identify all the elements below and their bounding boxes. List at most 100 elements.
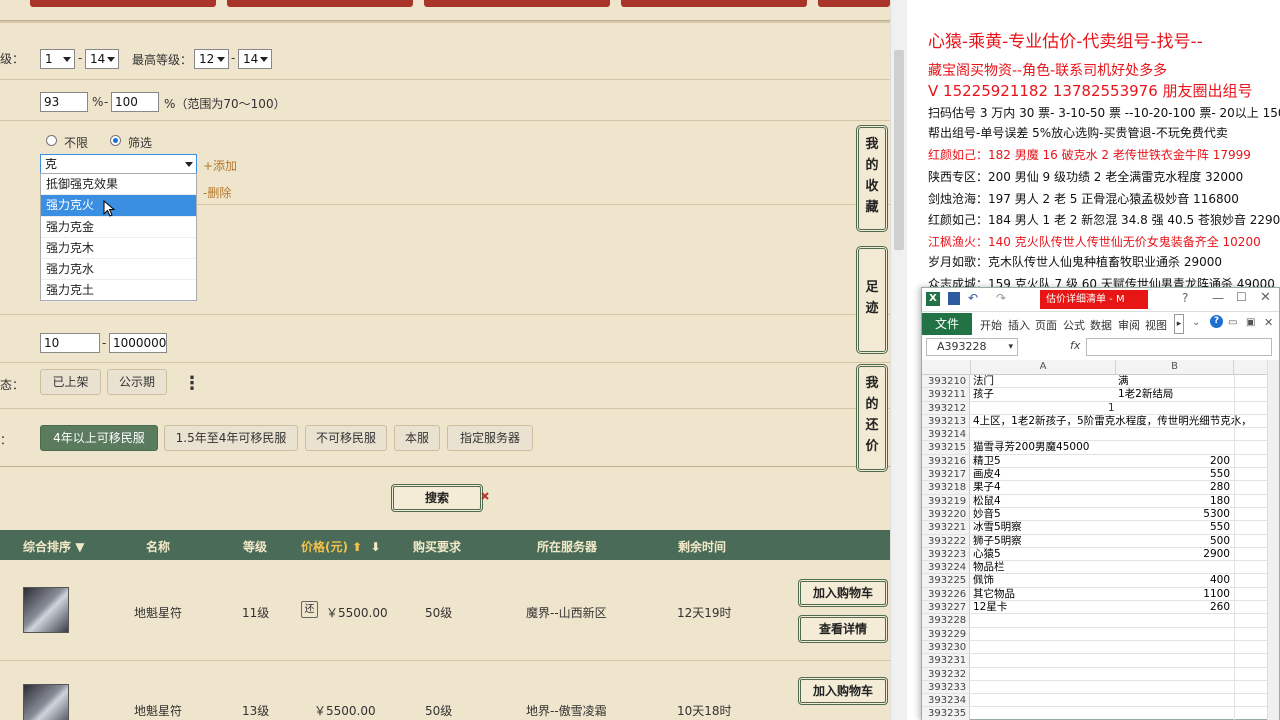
sheet-row[interactable]: 393232 [922,667,1279,681]
cell-b[interactable]: 550 [1116,468,1233,481]
sheet-row[interactable]: 393214 [922,428,1279,442]
tab-formulas[interactable]: 公式 [1063,317,1085,333]
save-icon[interactable] [948,292,960,305]
cell-a[interactable]: 果子4 [971,481,1116,494]
sheet-row[interactable]: 393234 [922,694,1279,708]
cell-a[interactable]: 心猿5 [971,548,1116,561]
column-header-c[interactable] [1234,360,1269,375]
top-tab[interactable] [30,0,216,7]
top-tab[interactable] [227,0,413,7]
more-icon[interactable]: ⋮ [183,373,201,394]
cell-b[interactable]: 180 [1116,495,1233,508]
sheet-row[interactable]: 393220 妙音5 5300 [922,507,1279,522]
help-icon[interactable]: ? [1182,291,1188,305]
min-level-to-select[interactable]: 14 [85,49,119,69]
row-number[interactable]: 393234 [922,694,970,707]
price-header[interactable]: 价格(元) ⬆ ⬇ [301,538,381,555]
item-name[interactable]: 地魁星符 [134,702,182,719]
item-avatar[interactable] [23,684,69,720]
cell-b[interactable]: 1100 [1116,588,1233,601]
sort-header[interactable]: 综合排序 ▼ [23,538,84,555]
dropdown-option[interactable]: 强力克金 [41,217,196,238]
cell-b[interactable]: 400 [1116,574,1233,587]
row-number[interactable]: 393222 [922,534,970,547]
sheet-row[interactable]: 393235 [922,707,1279,720]
row-number[interactable]: 393217 [922,468,970,481]
server-4yr-button[interactable]: 4年以上可移民服 [40,425,158,451]
row-number[interactable]: 393210 [922,375,970,388]
row-number[interactable]: 393228 [922,614,970,627]
cell-a[interactable]: 松鼠4 [971,495,1116,508]
dropdown-option[interactable]: 强力克水 [41,259,196,281]
top-tab[interactable] [424,0,610,7]
row-number[interactable]: 393233 [922,680,970,694]
sheet-scrollbar[interactable] [1267,360,1279,720]
ribbon-more-icon[interactable]: ▸ [1174,314,1184,334]
sheet-row[interactable]: 393231 [922,654,1279,668]
sheet-row[interactable]: 393233 [922,680,1279,695]
restore-icon[interactable]: ▣ [1246,317,1255,328]
server-specific-button[interactable]: 指定服务器 [447,425,533,451]
redo-icon[interactable]: ↷ [996,291,1006,305]
row-number[interactable]: 393232 [922,667,970,680]
price-from-input[interactable]: 10 [40,333,100,353]
search-button[interactable]: 搜索 [391,484,483,512]
sheet-row[interactable]: 393216 精卫5 200 [922,454,1279,469]
cell-b[interactable]: 550 [1116,521,1233,534]
server-this-button[interactable]: 本服 [394,425,440,451]
minimize-icon[interactable]: ▭ [1228,317,1237,328]
percent-to-input[interactable]: 100 [111,92,159,112]
name-box[interactable]: A393228 ▾ [926,338,1018,356]
sheet-row[interactable]: 393213 4上区，1老2新孩子，5阶雷克水程度，传世明光细节克水， [922,414,1279,429]
sheet-row[interactable]: 393226 其它物品 1100 [922,587,1279,602]
server-1-5yr-button[interactable]: 1.5年至4年可移民服 [164,425,298,451]
minimize-icon[interactable]: — [1212,291,1224,305]
sheet-grid[interactable]: 393210 法门满 393211 孩子 1老2新结局 393212 1 393213 4上区，… [922,375,1279,720]
sheet-row[interactable]: 393218 果子4 280 [922,481,1279,495]
sheet-row[interactable]: 393222 狮子5明察 500 [922,534,1279,548]
row-number[interactable]: 393215 [922,441,970,454]
cell-a[interactable]: 冰雪5明察 [971,521,1116,534]
cell-a[interactable]: 狮子5明察 [971,535,1116,548]
radio-filter[interactable] [110,135,121,146]
cell-a[interactable]: 画皮4 [971,468,1116,481]
sheet-row[interactable]: 393219 松鼠4 180 [922,494,1279,508]
ribbon-collapse-icon[interactable]: ⌄ [1192,317,1200,328]
row-number[interactable]: 393214 [922,428,970,441]
column-header-a[interactable]: A [971,360,1116,375]
cell-a[interactable]: 精卫5 [971,455,1116,468]
row-number[interactable]: 393220 [922,507,970,521]
row-number[interactable]: 393225 [922,574,970,587]
row-number[interactable]: 393223 [922,547,970,561]
add-cart-button[interactable]: 加入购物车 [798,579,888,607]
row-number[interactable]: 393218 [922,481,970,494]
close-icon[interactable]: ✕ [1264,316,1273,329]
top-tab[interactable] [621,0,807,7]
row-number[interactable]: 393219 [922,494,970,507]
cell-b[interactable]: 1老2新结局 [1116,388,1233,401]
tab-home[interactable]: 开始 [980,317,1002,333]
min-level-from-select[interactable]: 1 [40,49,75,69]
cell-b[interactable]: 280 [1116,481,1233,494]
help-icon[interactable]: ? [1210,315,1223,328]
server-no-migrate-button[interactable]: 不可移民服 [305,425,387,451]
max-level-to-select[interactable]: 14 [238,49,272,69]
status-listed-button[interactable]: 已上架 [40,369,101,395]
store-scrollbar[interactable] [890,0,907,720]
cell-a[interactable]: 物品栏 [971,561,1116,574]
undo-icon[interactable]: ↶ [968,291,978,305]
sheet-row[interactable]: 393215 猫雪寻芳200男魔45000 [922,441,1279,455]
sheet-row[interactable]: 393230 [922,640,1279,655]
cell-b[interactable]: 260 [1116,601,1233,614]
close-icon[interactable] [480,491,490,501]
footprint-ribbon[interactable]: 足迹 [856,246,888,354]
row-number[interactable]: 393227 [922,601,970,614]
item-name[interactable]: 地魁星符 [134,604,182,621]
tab-layout[interactable]: 页面 [1035,317,1057,333]
cell-a[interactable]: 佩饰 [971,574,1116,587]
row-number[interactable]: 393226 [922,587,970,601]
select-all-corner[interactable] [922,360,971,375]
cell-a[interactable]: 妙音5 [971,508,1116,521]
status-public-button[interactable]: 公示期 [107,369,167,395]
sheet-row[interactable]: 393212 1 [922,401,1279,415]
